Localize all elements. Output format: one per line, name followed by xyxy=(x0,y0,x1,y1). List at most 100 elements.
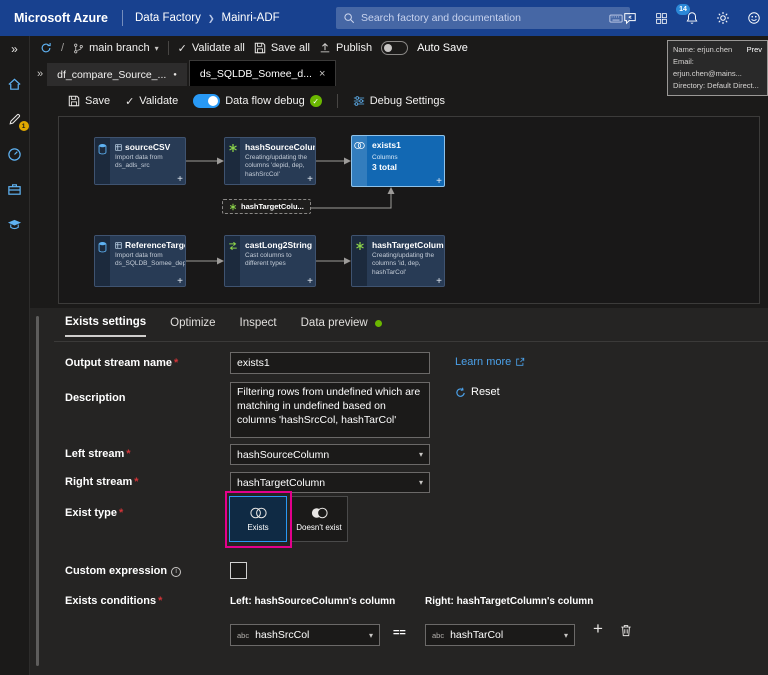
doesnt-exist-option-button[interactable]: Doesn't exist xyxy=(290,496,348,542)
node-subtitle: Import data from ds_adls_src xyxy=(115,154,163,170)
chevron-down-icon: ▾ xyxy=(418,450,423,459)
node-subtitle: Cast columns to different types xyxy=(245,252,292,268)
flow-node-hashTargetColumn[interactable]: hashTargetColumn Creating/updating the c… xyxy=(351,235,445,287)
add-transformation-button[interactable]: + xyxy=(436,176,442,187)
debug-settings-button[interactable]: Debug Settings xyxy=(353,95,445,107)
validate-all-button[interactable]: ✓ Validate all xyxy=(178,42,245,55)
custom-expression-checkbox[interactable] xyxy=(230,562,247,579)
left-condition-select[interactable]: abc hashSrcCol ▾ xyxy=(230,624,380,646)
resource-grid-icon[interactable] xyxy=(653,10,669,26)
debug-ready-check-icon: ✓ xyxy=(309,95,322,107)
editor-tabstrip: » df_compare_Source_... ● ds_SQLDB_Somee… xyxy=(30,60,768,86)
breadcrumb-section[interactable]: Data Factory xyxy=(135,12,201,24)
tab-inspect[interactable]: Inspect xyxy=(240,316,277,337)
reset-button[interactable]: Reset xyxy=(455,386,500,398)
feedback-chat-icon[interactable] xyxy=(622,10,638,26)
close-tab-icon[interactable]: × xyxy=(319,68,325,80)
right-stream-select[interactable]: hashTargetColumn ▾ xyxy=(230,472,430,493)
user-email: Email: erjun.chen@mains... xyxy=(673,57,742,78)
left-stream-select[interactable]: hashSourceColumn ▾ xyxy=(230,444,430,465)
nav-learning-cap-icon[interactable] xyxy=(7,216,23,232)
publish-icon xyxy=(319,42,331,54)
nav-manage-toolbox-icon[interactable] xyxy=(7,181,23,197)
left-stream-value: hashSourceColumn xyxy=(237,448,330,461)
doesnt-exist-option-label: Doesn't exist xyxy=(296,522,342,532)
right-stream-label: Right stream * xyxy=(65,476,139,488)
tabstrip-collapse-icon[interactable]: » xyxy=(37,68,43,80)
description-textarea[interactable]: Filtering rows from undefined which are … xyxy=(230,382,430,438)
panel-scrollbar[interactable] xyxy=(36,316,39,666)
tab-exists-settings[interactable]: Exists settings xyxy=(65,316,147,337)
tab-dataflow[interactable]: df_compare_Source_... ● xyxy=(47,63,187,86)
preview-label: Prev xyxy=(746,45,762,54)
global-search[interactable] xyxy=(336,7,630,29)
delete-condition-trash-icon[interactable] xyxy=(620,624,632,637)
keyboard-icon[interactable] xyxy=(609,14,623,23)
git-branch-icon xyxy=(73,43,84,54)
flow-node-hashSourceColumn[interactable]: hashSourceColumn Creating/updating the c… xyxy=(224,137,316,185)
add-transformation-button[interactable]: + xyxy=(177,174,183,185)
tab-data-preview-label: Data preview xyxy=(300,317,368,329)
derived-column-icon xyxy=(229,203,237,211)
right-stream-value: hashTargetColumn xyxy=(237,476,326,489)
branch-name: main branch xyxy=(89,42,150,54)
node-title: hashSourceColumn xyxy=(245,142,315,152)
description-label: Description xyxy=(65,392,126,404)
header-divider xyxy=(122,10,123,26)
add-transformation-button[interactable]: + xyxy=(436,276,442,287)
breadcrumb-factory-name[interactable]: Mainri-ADF xyxy=(222,12,280,24)
exists-option-label: Exists xyxy=(247,522,269,532)
flow-validate-button[interactable]: ✓ Validate xyxy=(125,95,178,108)
refresh-icon[interactable] xyxy=(40,42,52,54)
nav-home-icon[interactable] xyxy=(7,76,23,92)
flow-node-sourceCSV[interactable]: sourceCSV Import data from ds_adls_src + xyxy=(94,137,186,185)
breadcrumb-chevron-icon: ❯ xyxy=(207,13,215,23)
flow-node-hashTarget-reference[interactable]: hashTargetColu... xyxy=(222,199,311,214)
dataflow-debug-label: Data flow debug xyxy=(225,95,305,107)
feedback-smiley-icon[interactable] xyxy=(746,10,762,26)
flow-node-castLong2String[interactable]: castLong2String Cast columns to differen… xyxy=(224,235,316,287)
exists-option-button[interactable]: Exists xyxy=(229,496,287,542)
adf-studio-window: Microsoft Azure Data Factory ❯ Mainri-AD… xyxy=(0,0,768,675)
learn-more-label: Learn more xyxy=(455,356,512,368)
notifications-bell-icon[interactable]: 14 xyxy=(676,4,700,26)
cmdbar-divider xyxy=(167,41,169,55)
tab-optimize[interactable]: Optimize xyxy=(170,316,215,337)
node-columns-value: 3 total xyxy=(372,162,398,172)
user-directory: Directory: Default Direct... xyxy=(673,81,759,90)
settings-gear-icon[interactable] xyxy=(715,10,731,26)
tab-data-preview[interactable]: Data preview xyxy=(301,316,382,337)
flow-save-button[interactable]: Save xyxy=(68,95,110,107)
flow-validate-label: Validate xyxy=(139,95,179,107)
flow-node-ReferenceTarget[interactable]: ReferenceTarget Import data from ds_SQLD… xyxy=(94,235,186,287)
add-transformation-button[interactable]: + xyxy=(307,174,313,185)
add-condition-button[interactable]: + xyxy=(593,619,603,639)
auto-save-toggle[interactable] xyxy=(381,41,409,55)
user-name: Name: erjun.chen xyxy=(673,45,733,54)
save-all-button[interactable]: Save all xyxy=(254,42,310,54)
output-stream-label: Output stream name * xyxy=(65,357,179,369)
tab-dataset[interactable]: ds_SQLDB_Somee_d... × xyxy=(188,60,337,86)
database-icon xyxy=(95,138,110,184)
search-input[interactable] xyxy=(361,12,603,24)
reset-label: Reset xyxy=(471,386,500,398)
publish-button[interactable]: Publish xyxy=(319,42,372,54)
flow-save-label: Save xyxy=(85,95,111,107)
branch-selector[interactable]: main branch ▾ xyxy=(73,42,159,54)
expand-sidebar-button[interactable]: » xyxy=(7,41,23,57)
right-condition-select[interactable]: abc hashTarCol ▾ xyxy=(425,624,575,646)
add-transformation-button[interactable]: + xyxy=(307,276,313,287)
dataflow-debug-toggle[interactable] xyxy=(193,94,221,108)
dataflow-canvas[interactable]: sourceCSV Import data from ds_adls_src +… xyxy=(58,116,760,304)
output-stream-input[interactable] xyxy=(230,352,430,374)
save-icon xyxy=(254,42,266,54)
right-condition-value: hashTarCol xyxy=(450,629,504,641)
nav-author-pencil-icon[interactable]: 1 xyxy=(7,111,29,131)
flow-node-exists1-selected[interactable]: exists1 Columns 3 total + xyxy=(351,135,445,187)
nav-monitor-icon[interactable] xyxy=(7,146,23,162)
learn-more-link[interactable]: Learn more xyxy=(455,356,525,368)
left-condition-value: hashSrcCol xyxy=(255,629,310,641)
dataflow-debug-toggle-group: Data flow debug ✓ xyxy=(193,94,322,108)
add-transformation-button[interactable]: + xyxy=(177,276,183,287)
node-title: hashTargetColumn xyxy=(372,240,444,250)
